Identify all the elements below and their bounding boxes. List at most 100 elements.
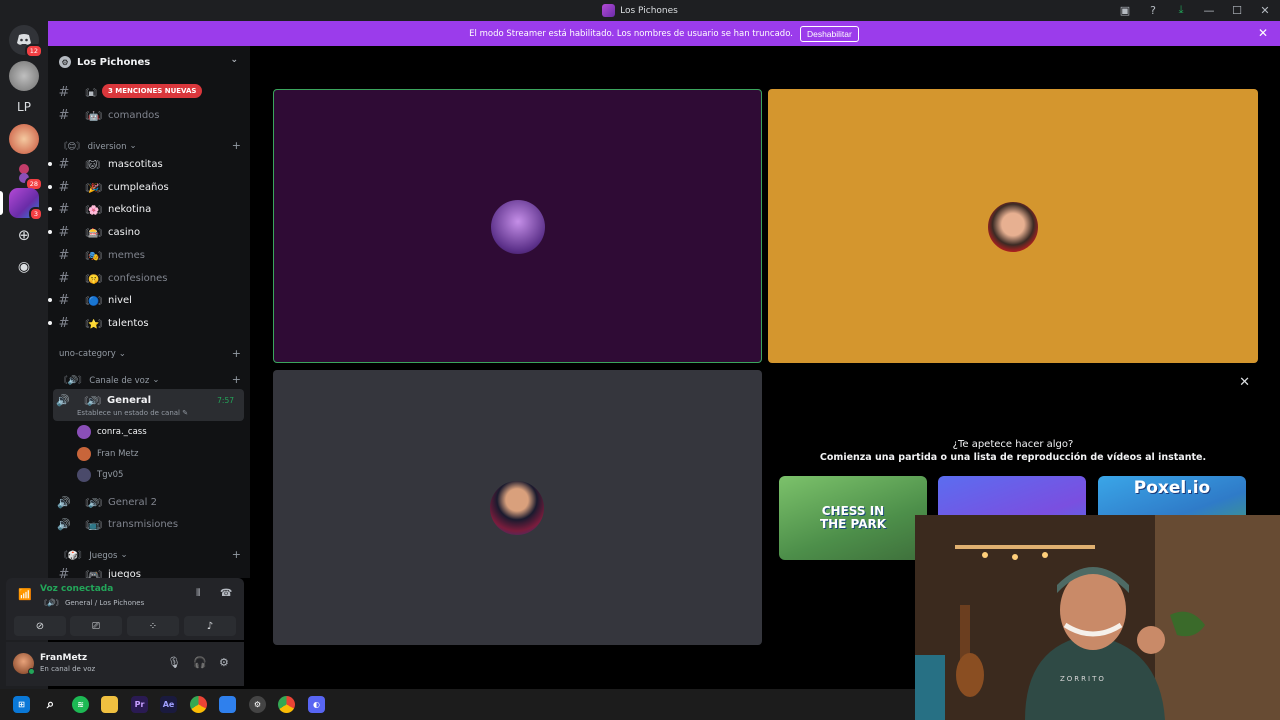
chrome2-icon[interactable] xyxy=(278,696,295,713)
headphones-icon[interactable]: 🎧 xyxy=(193,656,207,669)
activity-card-chess[interactable]: CHESS IN THE PARK xyxy=(779,476,927,560)
help-icon[interactable]: ? xyxy=(1146,3,1160,17)
search-icon[interactable]: ⌕ xyxy=(42,696,59,713)
channel-emoji: 〘🔊〙 xyxy=(79,397,106,407)
banner-close-icon[interactable]: ✕ xyxy=(1258,26,1268,40)
voice-connected-subtitle[interactable]: 〘🔊〙 General / Los Pichones xyxy=(40,598,144,608)
user-status: En canal de voz xyxy=(40,665,96,673)
dm-badge: 12 xyxy=(24,44,43,58)
channel-status[interactable]: Establece un estado de canal ✎ xyxy=(77,409,188,417)
activity-card-title: Poxel.io xyxy=(1133,478,1211,498)
explorer-icon[interactable] xyxy=(101,696,118,713)
member-name: Tgv05 xyxy=(97,470,124,480)
screen-share-icon: ⎚ xyxy=(92,620,100,632)
chrome-icon[interactable] xyxy=(190,696,207,713)
voice-channel-general[interactable]: 🔊 〘🔊〙 General 7:57 Establece un estado d… xyxy=(53,389,244,421)
microphone-icon[interactable]: 🎙 xyxy=(167,656,181,669)
server-avatar-2[interactable] xyxy=(9,124,39,154)
voice-channel-transmisiones[interactable]: 🔊 〘📺〙 transmisiones xyxy=(54,514,244,535)
disable-streamer-button[interactable]: Deshabilitar xyxy=(799,25,859,42)
category-juegos[interactable]: 〘🎲〙 Juegos ⌄ + xyxy=(59,548,241,562)
category-uno[interactable]: uno-category ⌄ + xyxy=(59,347,241,361)
voice-member[interactable]: conra._cass xyxy=(77,423,147,441)
participant-avatar xyxy=(986,200,1040,254)
after-effects-icon[interactable]: Ae xyxy=(160,696,177,713)
add-channel-icon[interactable]: + xyxy=(232,347,241,360)
window-title: Los Pichones xyxy=(620,5,678,16)
paint-icon[interactable] xyxy=(219,696,236,713)
download-icon[interactable]: ⤓ xyxy=(1174,3,1188,17)
maximize-icon[interactable]: ☐ xyxy=(1230,3,1244,17)
discord-icon[interactable]: ◐ xyxy=(308,696,325,713)
server-avatar-1[interactable] xyxy=(9,61,39,91)
server-icon xyxy=(602,4,616,17)
server-los-pichones[interactable]: 3 xyxy=(9,188,43,221)
channel-emoji: 〘🌸〙 xyxy=(80,206,107,217)
windows-icon[interactable]: ⊞ xyxy=(13,696,30,713)
guild-header[interactable]: ⚙ Los Pichones ⌄ xyxy=(48,46,250,78)
channel-item[interactable]: # 〘🎰〙 casino xyxy=(48,222,244,243)
category-voice[interactable]: 〘🔊〙 Canale de voz ⌄ + xyxy=(59,373,241,387)
channel-name: comandos xyxy=(108,110,160,121)
avatar xyxy=(77,468,91,482)
disconnect-icon[interactable]: ☎ xyxy=(220,588,232,599)
channel-sidebar: ⚙ Los Pichones ⌄ # 〘▪〙 3 MENCIONES NUEVA… xyxy=(48,46,250,578)
chevron-down-icon: ⌄ xyxy=(120,550,128,560)
channel-comandos[interactable]: # 〘🤖〙 comandos xyxy=(54,105,244,126)
pichones-badge: 3 xyxy=(28,207,43,221)
close-window-icon[interactable]: ✕ xyxy=(1258,3,1272,17)
channel-item[interactable]: # 〘🎉〙 cumpleaños xyxy=(48,177,244,198)
voice-channel-general-2[interactable]: 🔊 〘🔊〙 General 2 xyxy=(54,492,244,513)
channel-item[interactable]: # 〘🔵〙 nivel xyxy=(48,290,244,311)
settings-icon[interactable]: ⚙ xyxy=(249,696,266,713)
speaker-icon: 🔊 xyxy=(57,496,71,509)
gear-icon[interactable]: ⚙ xyxy=(219,656,229,669)
voice-member[interactable]: Tgv05 xyxy=(77,466,123,484)
voice-member[interactable]: Fran Metz xyxy=(77,445,138,463)
channel-name: nekotina xyxy=(108,204,152,216)
share-screen-button[interactable]: ⎚ xyxy=(70,616,122,636)
channel-item[interactable]: # 〘🤫〙 confesiones xyxy=(54,268,244,289)
noise-suppression-icon[interactable]: ⦀ xyxy=(196,588,200,599)
close-icon[interactable]: ✕ xyxy=(1239,375,1250,390)
activities-button[interactable]: ⁘ xyxy=(127,616,179,636)
participant-tile-1[interactable] xyxy=(273,89,762,363)
participant-tile-3[interactable] xyxy=(273,370,762,645)
channel-emoji: 〘🤫〙 xyxy=(80,274,107,285)
explore-icon[interactable]: ◉ xyxy=(9,252,39,282)
channel-name: talentos xyxy=(108,317,149,329)
channel-name: confesiones xyxy=(108,272,168,284)
new-mentions-pill[interactable]: 3 MENCIONES NUEVAS xyxy=(102,84,203,98)
participant-tile-2[interactable] xyxy=(768,89,1258,363)
channel-name: cumpleaños xyxy=(108,181,169,193)
chevron-down-icon: ⌄ xyxy=(230,55,238,65)
add-channel-icon[interactable]: + xyxy=(232,373,241,386)
minimize-icon[interactable]: — xyxy=(1202,3,1216,17)
add-channel-icon[interactable]: + xyxy=(232,548,241,561)
activity-card-title: CHESS IN THE PARK xyxy=(819,504,887,531)
category-diversion[interactable]: 〘😊〙 diversion ⌄ + xyxy=(59,139,241,153)
activities-icon: ⁘ xyxy=(148,620,158,632)
inbox-icon[interactable]: ▣ xyxy=(1118,3,1132,17)
channel-item[interactable]: # 〘⭐〙 talentos xyxy=(48,313,244,334)
direct-messages-icon[interactable]: 12 xyxy=(9,25,43,58)
username[interactable]: FranMetz xyxy=(40,653,87,663)
speaker-icon: 🔊 xyxy=(57,518,71,531)
add-channel-icon[interactable]: + xyxy=(232,139,241,152)
channel-item[interactable]: # 〘🌸〙 nekotina xyxy=(48,199,244,220)
channel-juegos[interactable]: # 〘🎮〙 juegos xyxy=(54,564,244,578)
hash-icon: # xyxy=(58,270,70,286)
guild-icon: ⚙ xyxy=(59,56,71,68)
server-folder[interactable]: 28 xyxy=(9,158,43,191)
premiere-icon[interactable]: Pr xyxy=(131,696,148,713)
chevron-down-icon: ⌄ xyxy=(129,141,137,151)
spotify-icon[interactable]: ≋ xyxy=(72,696,89,713)
camera-off-button[interactable]: ⊘ xyxy=(14,616,66,636)
soundboard-icon: ♪ xyxy=(206,620,214,632)
channel-item[interactable]: # 〘🎭〙 memes xyxy=(54,245,244,266)
channel-item[interactable]: # 〘🐱〙 mascotitas xyxy=(48,154,244,175)
server-lp[interactable]: LP xyxy=(9,92,39,122)
add-server-icon[interactable]: ⊕ xyxy=(9,220,39,250)
signal-icon[interactable]: 📶 xyxy=(18,588,32,601)
soundboard-button[interactable]: ♪ xyxy=(184,616,236,636)
